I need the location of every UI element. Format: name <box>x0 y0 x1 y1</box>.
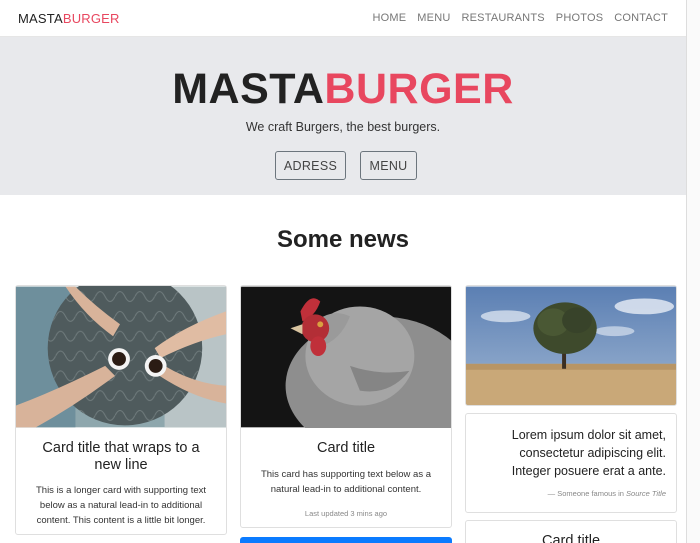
nav-link-home[interactable]: HOME <box>372 12 406 24</box>
brand-part-2: BURGER <box>62 11 120 26</box>
brand-part-1: MASTA <box>18 11 63 26</box>
hero-title: MASTABURGER <box>0 67 686 111</box>
adress-button[interactable]: ADRESS <box>275 151 346 180</box>
hero-subtitle: We craft Burgers, the best burgers. <box>245 120 441 134</box>
card-quote-text: Lorem ipsum dolor sit amet, consectetur … <box>511 428 666 478</box>
hero-title-part-1: MASTA <box>172 65 325 113</box>
navbar: MASTABURGER HOME MENU RESTAURANTS PHOTOS… <box>0 0 686 37</box>
primary-card-edge <box>240 537 452 543</box>
scrollbar[interactable] <box>686 0 700 543</box>
card-2-updated: Last updated 3 mins ago <box>304 509 388 518</box>
brand-logo[interactable]: MASTABURGER <box>18 11 120 26</box>
nav-link-contact[interactable]: CONTACT <box>614 12 668 24</box>
quote-footer-prefix: — Someone famous in <box>547 489 627 498</box>
quote-source-title: Source Title <box>626 489 666 498</box>
nav-link-restaurants[interactable]: RESTAURANTS <box>462 12 545 24</box>
card-5-title: Card title <box>541 533 601 543</box>
coffee-table-image <box>16 286 226 428</box>
card-1-title: Card title that wraps to a new line <box>42 440 200 473</box>
card-2-text: This card has supporting text below as a… <box>260 469 432 495</box>
menu-button[interactable]: MENU <box>360 151 417 180</box>
nav-link-photos[interactable]: PHOTOS <box>556 12 603 24</box>
card-2-title: Card title <box>316 440 376 456</box>
news-card-2: Card title This card has supporting text… <box>240 285 452 528</box>
nav-link-menu[interactable]: MENU <box>417 12 450 24</box>
news-card-quote: Lorem ipsum dolor sit amet, consectetur … <box>465 413 677 513</box>
tree-field-image <box>466 286 676 405</box>
card-1-text: This is a longer card with supporting te… <box>35 485 207 526</box>
news-card-1: Card title that wraps to a new line This… <box>15 285 227 535</box>
hero-jumbotron: MASTABURGER We craft Burgers, the best b… <box>0 37 686 195</box>
news-card-3 <box>465 285 677 406</box>
hero-title-part-2: BURGER <box>324 65 514 113</box>
chicken-image <box>241 286 451 428</box>
news-heading: Some news <box>276 226 410 253</box>
nav-links: HOME MENU RESTAURANTS PHOTOS CONTACT <box>361 12 668 24</box>
card-quote-footer: — Someone famous in Source Title <box>466 480 676 498</box>
news-card-5: Card title <box>465 520 677 543</box>
